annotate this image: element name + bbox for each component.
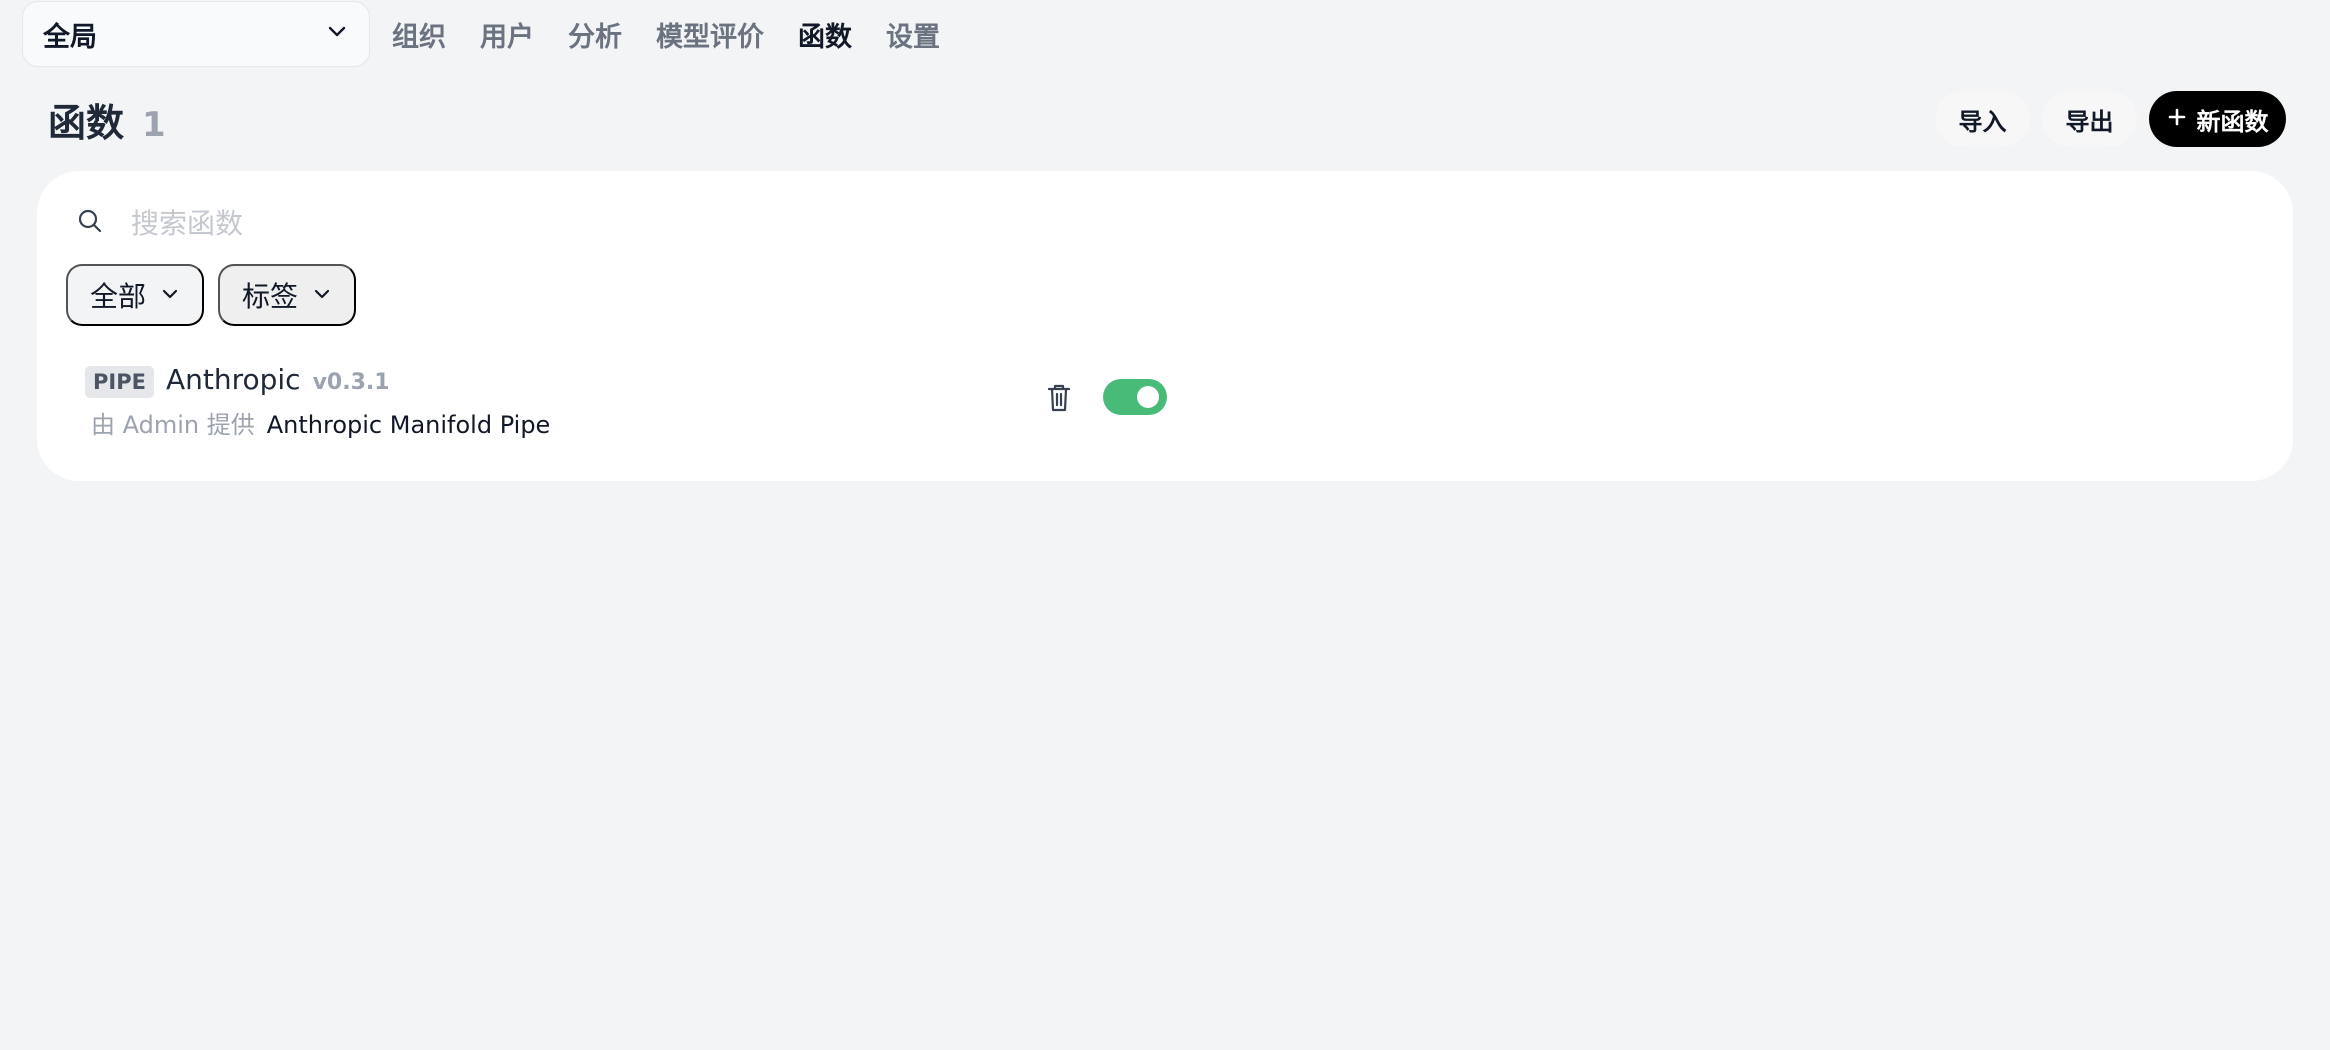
all-filter-label: 全部	[90, 281, 147, 312]
new-function-button[interactable]: 新函数	[2149, 91, 2286, 147]
search-icon	[75, 206, 105, 240]
function-description: Anthropic Manifold Pipe	[266, 411, 551, 439]
function-count: 1	[142, 104, 166, 145]
title-group: 函数 1	[48, 92, 166, 147]
export-button[interactable]: 导出	[2042, 91, 2137, 147]
nav-item-users[interactable]: 用户	[480, 15, 534, 54]
tags-filter-label: 标签	[242, 281, 299, 312]
nav-item-functions[interactable]: 函数	[798, 15, 852, 54]
nav-item-settings[interactable]: 设置	[886, 15, 940, 54]
new-function-label: 新函数	[2196, 107, 2269, 136]
chevron-down-icon	[325, 19, 349, 50]
delete-function-button[interactable]	[1043, 381, 1075, 417]
trash-icon	[1045, 382, 1073, 417]
tags-filter-dropdown[interactable]: 标签	[218, 264, 357, 326]
function-meta-row: 由 Admin 提供 Anthropic Manifold Pipe	[91, 405, 550, 440]
nav-item-analytics[interactable]: 分析	[568, 15, 622, 54]
header-actions: 导入 导出 新函数	[1935, 91, 2286, 147]
search-input[interactable]	[129, 205, 733, 241]
function-title-row: PIPE Anthropic v0.3.1	[85, 363, 390, 398]
scope-select-label: 全局	[43, 21, 97, 53]
function-name: Anthropic	[165, 363, 301, 396]
filter-bar: 全部 标签	[66, 264, 357, 326]
function-version: v0.3.1	[312, 370, 390, 395]
search-row	[75, 199, 733, 247]
function-row[interactable]: PIPE Anthropic v0.3.1 由 Admin 提供 Anthrop…	[85, 363, 1170, 440]
functions-panel: 全部 标签 PIPE Anthropic v0.3.1 由 Admin 提供 A…	[37, 171, 2293, 481]
chevron-down-icon	[312, 279, 332, 311]
nav-item-organization[interactable]: 组织	[392, 15, 446, 54]
function-enabled-toggle[interactable]	[1103, 379, 1167, 415]
chevron-down-icon	[160, 279, 180, 311]
plus-icon	[2167, 105, 2187, 133]
all-filter-dropdown[interactable]: 全部	[66, 264, 205, 326]
scope-select[interactable]: 全局	[22, 1, 370, 67]
toggle-knob	[1137, 386, 1159, 408]
import-button[interactable]: 导入	[1935, 91, 2030, 147]
functions-header: 函数 1 导入 导出 新函数	[48, 88, 2286, 150]
function-type-badge: PIPE	[85, 366, 154, 398]
nav-item-model-evaluation[interactable]: 模型评价	[656, 15, 764, 54]
admin-nav: 组织 用户 分析 模型评价 函数 设置	[392, 15, 940, 54]
page-title: 函数	[48, 100, 125, 145]
top-navigation: 全局 组织 用户 分析 模型评价 函数 设置	[22, 0, 940, 68]
function-author: 由 Admin 提供	[91, 411, 255, 439]
